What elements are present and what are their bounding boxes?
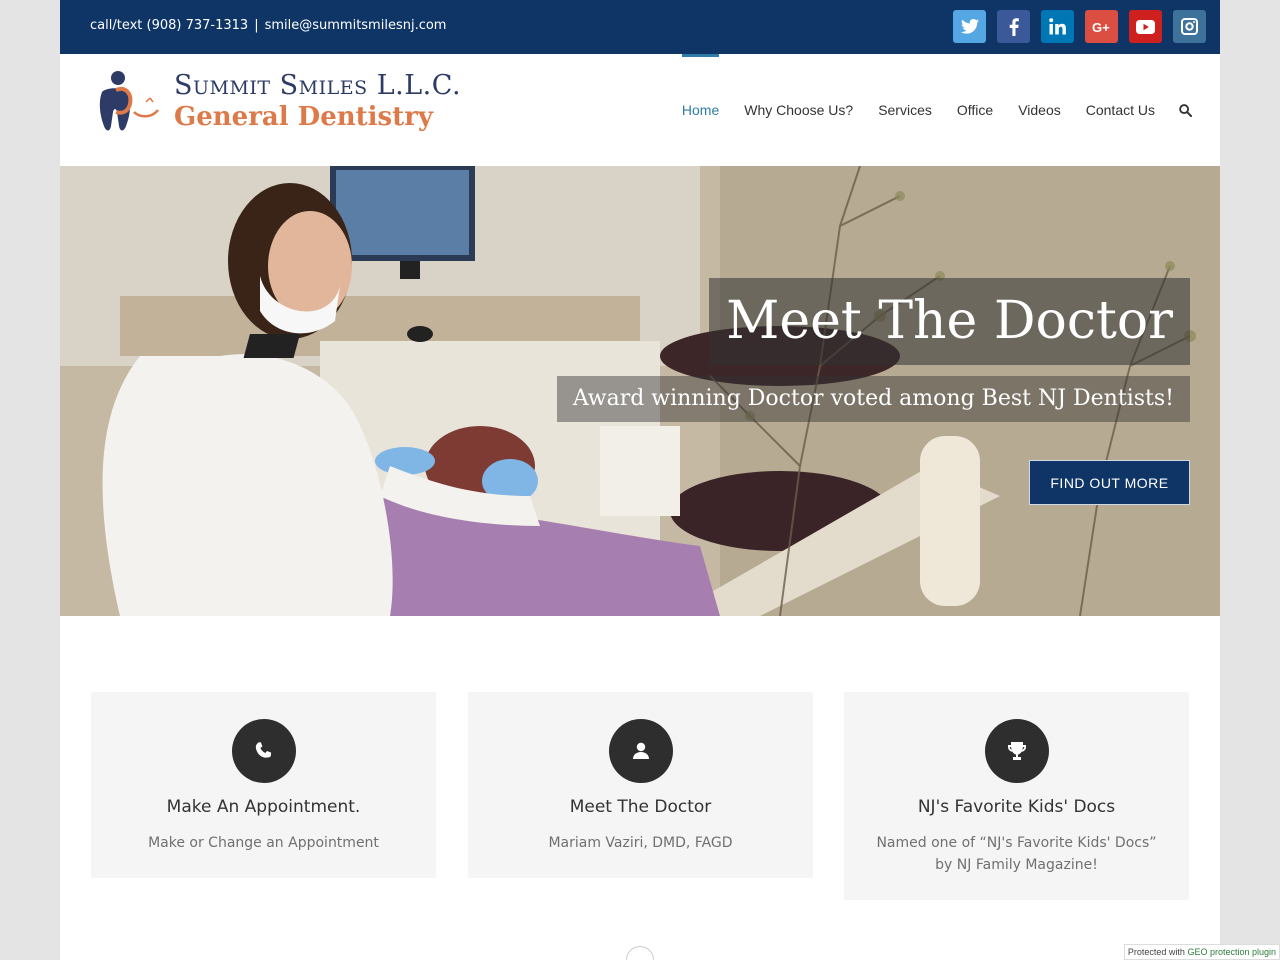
logo-title: Summit Smiles L.L.C. [174, 70, 462, 101]
geo-badge-prefix: Protected with [1127, 947, 1185, 957]
card-text: Mariam Vaziri, DMD, FAGD [548, 835, 733, 851]
twitter-icon[interactable] [953, 10, 986, 43]
social-links: G+ [953, 10, 1206, 43]
contact-info: call/text (908) 737-1313 | smile@summitsmi… [90, 18, 446, 33]
instagram-icon[interactable] [1173, 10, 1206, 43]
top-bar: call/text (908) 737-1313 | smile@summitsmi… [60, 0, 1220, 54]
card-text: Make or Change an Appointment [148, 835, 379, 851]
linkedin-icon[interactable] [1041, 10, 1074, 43]
hero-subtitle: Award winning Doctor voted among Best NJ… [556, 376, 1190, 422]
find-out-more-button[interactable]: FIND OUT MORE [1029, 460, 1190, 505]
card-kids-docs[interactable]: NJ's Favorite Kids' Docs Named one of “N… [844, 692, 1189, 900]
site-logo[interactable]: Summit Smiles L.L.C. General Dentistry [96, 68, 476, 140]
contact-separator: | [254, 18, 259, 33]
trophy-icon [984, 719, 1049, 783]
google-plus-icon[interactable]: G+ [1085, 10, 1118, 43]
hero-title: Meet The Doctor [709, 278, 1190, 365]
scroll-indicator[interactable] [626, 946, 654, 960]
user-icon [608, 719, 673, 783]
card-meet-doctor[interactable]: Meet The Doctor Mariam Vaziri, DMD, FAGD [468, 692, 813, 878]
geo-protection-badge[interactable]: Protected with GEO protection plugin [1123, 944, 1280, 960]
card-title: Meet The Doctor [569, 797, 712, 817]
nav-item-contact-us[interactable]: Contact Us [1086, 54, 1155, 166]
phone-link[interactable]: call/text (908) 737-1313 [90, 18, 248, 33]
main-nav: Home Why Choose Us? Services Office Vide… [657, 54, 1192, 166]
logo-subtitle: General Dentistry [174, 102, 433, 132]
hero-slider: Meet The Doctor Award winning Doctor vot… [60, 166, 1220, 616]
facebook-icon[interactable] [997, 10, 1030, 43]
card-title: NJ's Favorite Kids' Docs [917, 797, 1116, 817]
site-header: Summit Smiles L.L.C. General Dentistry H… [60, 54, 1220, 166]
phone-icon [231, 719, 296, 783]
svg-text:G+: G+ [1092, 20, 1110, 34]
nav-item-videos[interactable]: Videos [1018, 54, 1061, 166]
page-wrapper: call/text (908) 737-1313 | smile@summitsmi… [60, 0, 1220, 960]
nav-item-home[interactable]: Home [681, 54, 720, 166]
search-icon[interactable] [1179, 103, 1192, 117]
card-title: Make An Appointment. [166, 797, 361, 817]
card-appointment[interactable]: Make An Appointment. Make or Change an A… [91, 692, 436, 878]
geo-badge-link[interactable]: GEO protection plugin [1187, 947, 1276, 957]
tooth-logo-icon [99, 71, 159, 131]
card-text: Named one of “NJ's Favorite Kids' Docs” … [876, 835, 1157, 873]
nav-item-services[interactable]: Services [878, 54, 932, 166]
nav-item-office[interactable]: Office [957, 54, 993, 166]
youtube-icon[interactable] [1129, 10, 1162, 43]
email-link[interactable]: smile@summitsmilesnj.com [265, 18, 447, 33]
nav-item-why-choose-us[interactable]: Why Choose Us? [744, 54, 853, 166]
